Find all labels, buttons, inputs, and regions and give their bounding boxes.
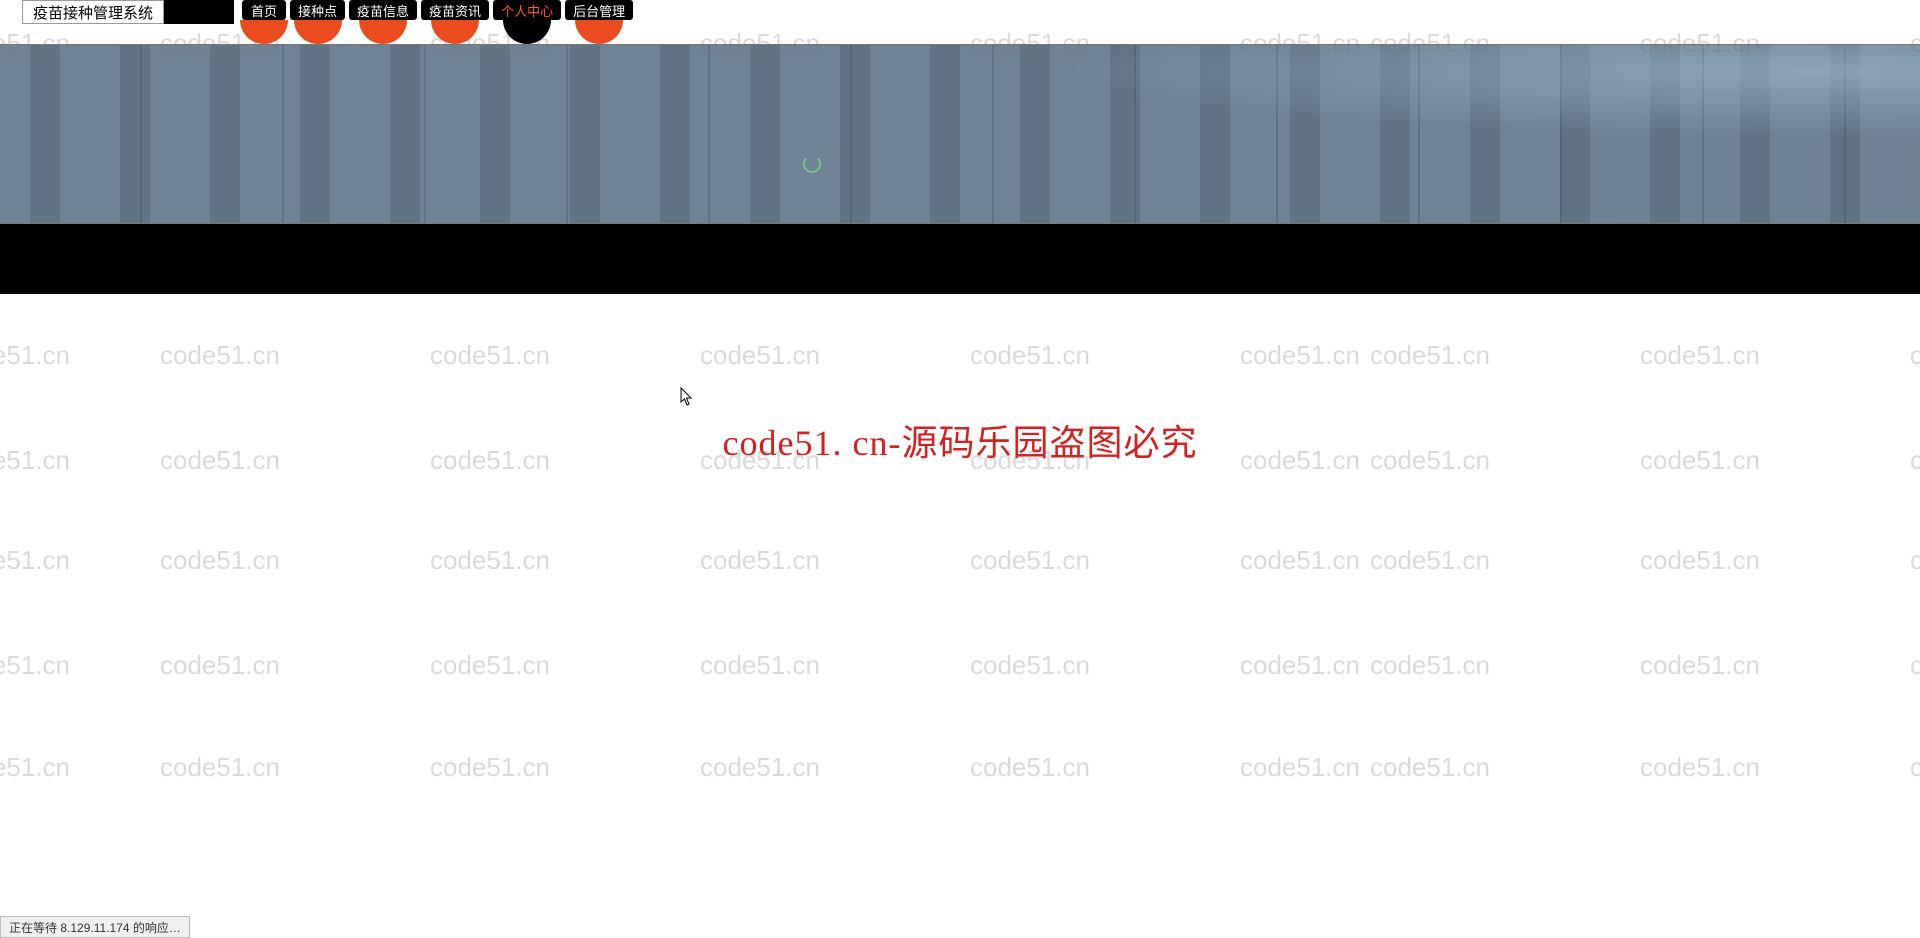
nav-lobe-1	[294, 20, 342, 44]
mouse-cursor-icon	[680, 387, 694, 407]
loading-spinner-icon	[803, 155, 821, 173]
site-title-text: 疫苗接种管理系统	[33, 2, 153, 23]
nav-item-2[interactable]: 疫苗信息	[349, 0, 417, 24]
center-warning-text: code51. cn-源码乐园盗图必究	[723, 414, 1198, 466]
nav-item-5[interactable]: 后台管理	[565, 0, 633, 24]
nav-link-4[interactable]: 个人中心	[493, 0, 561, 20]
nav-menu: 首页接种点疫苗信息疫苗资讯个人中心后台管理	[242, 0, 633, 24]
status-bar-text: 正在等待 8.129.11.174 的响应…	[9, 919, 181, 936]
top-bar: 疫苗接种管理系统 首页接种点疫苗信息疫苗资讯个人中心后台管理	[0, 0, 1920, 24]
nav-lobe-0	[240, 20, 288, 44]
nav-lobe-2	[359, 20, 407, 44]
nav-item-4[interactable]: 个人中心	[493, 0, 561, 24]
nav-lobe-4	[503, 20, 551, 44]
content-area: code51. cn-源码乐园盗图必究	[0, 294, 1920, 914]
site-title: 疫苗接种管理系统	[22, 0, 164, 24]
nav-link-2[interactable]: 疫苗信息	[349, 0, 417, 20]
nav-link-1[interactable]: 接种点	[290, 0, 345, 20]
nav-lobe-5	[575, 20, 623, 44]
title-black-extension	[164, 0, 234, 24]
nav-item-0[interactable]: 首页	[242, 0, 286, 24]
nav-link-5[interactable]: 后台管理	[565, 0, 633, 20]
browser-status-bar: 正在等待 8.129.11.174 的响应…	[0, 916, 190, 938]
nav-lobe-3	[431, 20, 479, 44]
nav-link-3[interactable]: 疫苗资讯	[421, 0, 489, 20]
nav-link-0[interactable]: 首页	[242, 0, 286, 20]
hero-banner	[0, 44, 1920, 224]
nav-item-1[interactable]: 接种点	[290, 0, 345, 24]
nav-item-3[interactable]: 疫苗资讯	[421, 0, 489, 24]
black-separator-strip	[0, 224, 1920, 294]
